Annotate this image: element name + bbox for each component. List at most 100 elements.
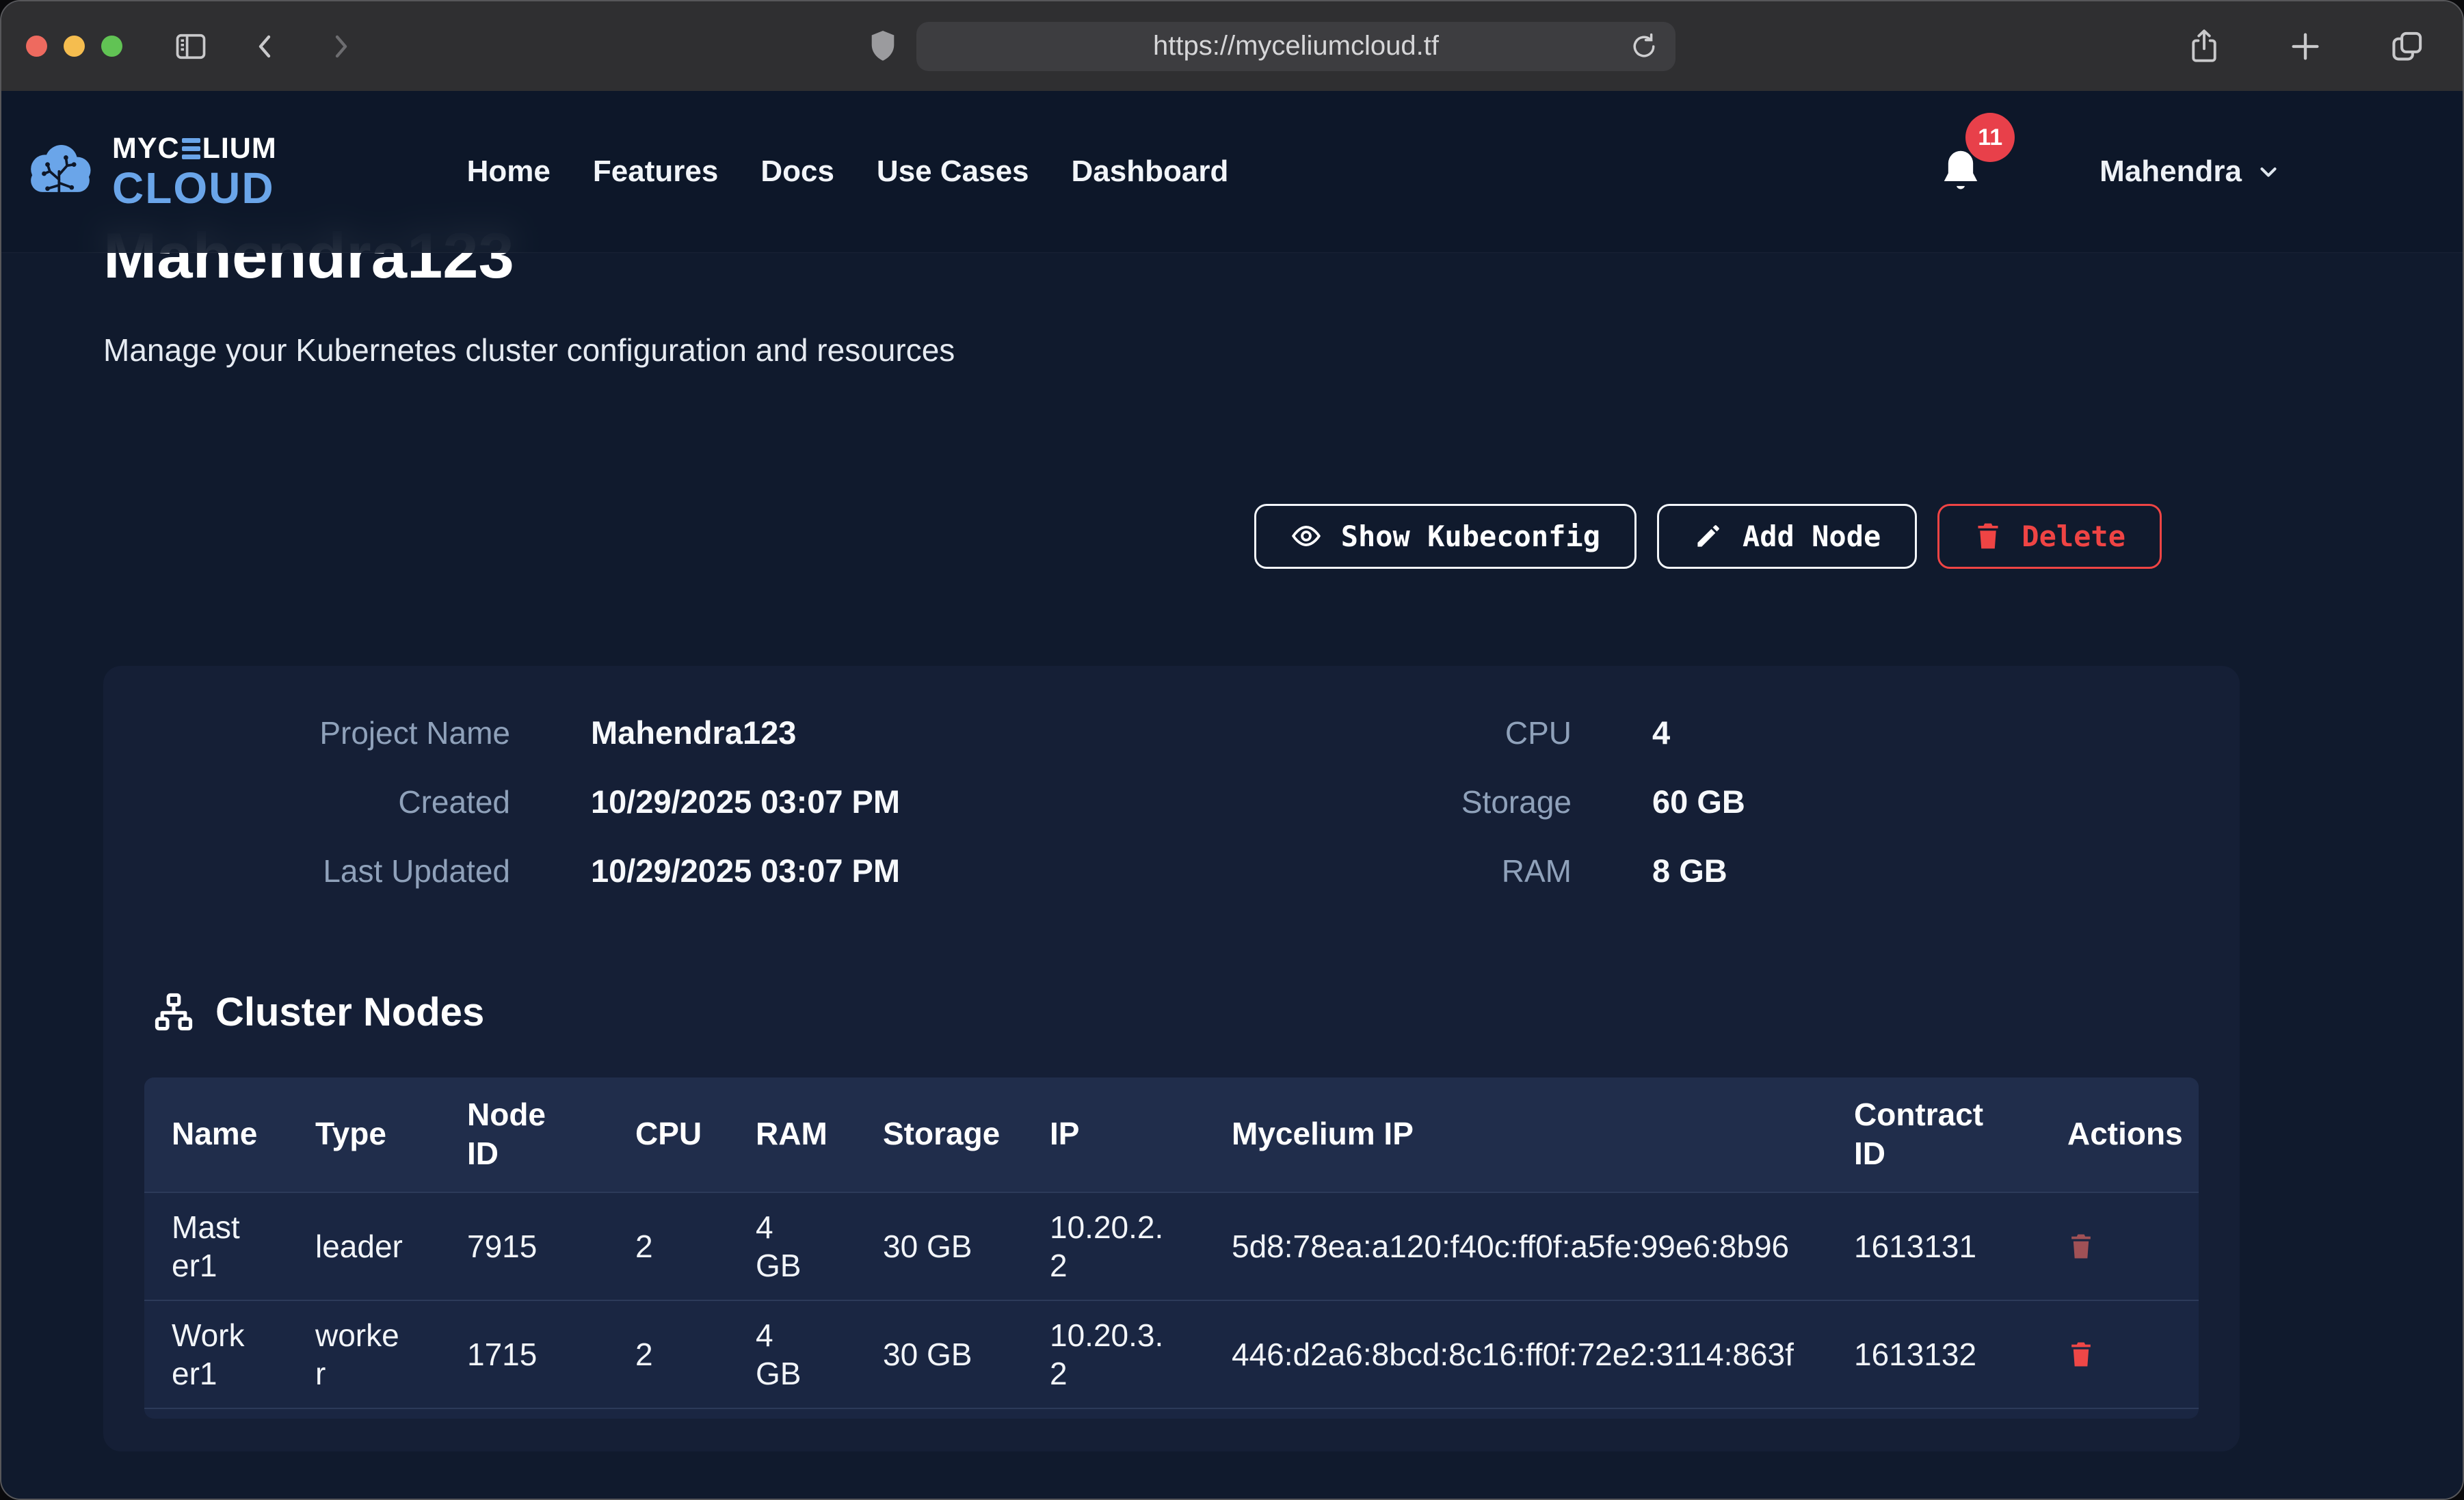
cell-mycelium-ip: 5d8:78ea:a120:f40c:ff0f:a5fe:99e6:8b96 xyxy=(1232,1192,1854,1300)
cell-ip: 10.20.3.2 xyxy=(1050,1300,1232,1408)
cell-ram: 4 GB xyxy=(756,1192,883,1300)
cell-contract-id: 1613131 xyxy=(1854,1192,2067,1300)
info-row-storage: Storage 60 GB xyxy=(1171,783,2199,820)
cell-name: Worker1 xyxy=(144,1300,315,1408)
tab-overview-icon[interactable] xyxy=(2389,27,2426,66)
trash-icon xyxy=(2067,1339,2095,1369)
cell-cpu: 2 xyxy=(635,1300,756,1408)
info-row-cpu: CPU 4 xyxy=(1171,714,2199,751)
col-header-type: Type xyxy=(315,1077,467,1192)
notifications-button[interactable]: 11 xyxy=(1938,146,1983,198)
col-header-name: Name xyxy=(144,1077,315,1192)
node-row-worker1: Worker1worker171524 GB30 GB10.20.3.2446:… xyxy=(144,1300,2199,1408)
cell-node-id: 1715 xyxy=(467,1300,635,1408)
nav-link-use-cases[interactable]: Use Cases xyxy=(877,155,1029,189)
cloud-logo-icon xyxy=(23,142,97,202)
delete-cluster-button[interactable]: Delete xyxy=(1937,504,2162,569)
browser-window: https://myceliumcloud.tf xyxy=(0,0,2464,1500)
user-name: Mahendra xyxy=(2099,155,2242,189)
forward-button-icon[interactable] xyxy=(323,29,356,64)
trash-icon xyxy=(1974,520,2002,552)
cell-ip: 10.20.2.2 xyxy=(1050,1192,1232,1300)
brand-name-line2: CLOUD xyxy=(112,166,277,210)
nodes-table: NameTypeNode IDCPURAMStorageIPMycelium I… xyxy=(144,1077,2199,1409)
info-value-storage: 60 GB xyxy=(1652,783,1745,820)
cell-type: leader xyxy=(315,1192,467,1300)
privacy-shield-icon[interactable] xyxy=(867,29,899,64)
browser-chrome: https://myceliumcloud.tf xyxy=(1,1,2463,91)
share-icon[interactable] xyxy=(2186,27,2222,66)
add-node-label: Add Node xyxy=(1743,520,1881,553)
delete-label: Delete xyxy=(2022,520,2125,553)
info-label-ram: RAM xyxy=(1171,853,1572,889)
eye-icon xyxy=(1290,520,1322,552)
reload-icon[interactable] xyxy=(1629,31,1659,68)
nav-link-home[interactable]: Home xyxy=(467,155,551,189)
cluster-actions: Show Kubeconfig Add Node Delete xyxy=(103,504,2240,569)
cell-type: worker xyxy=(315,1300,467,1408)
col-header-actions: Actions xyxy=(2067,1077,2199,1192)
info-row-project-name: Project Name Mahendra123 xyxy=(144,714,1171,751)
show-kubeconfig-label: Show Kubeconfig xyxy=(1341,520,1600,553)
address-bar-url: https://myceliumcloud.tf xyxy=(1153,31,1439,62)
cell-name: Master1 xyxy=(144,1192,315,1300)
window-controls xyxy=(26,36,122,57)
brand-logo[interactable]: MYCLIUM CLOUD xyxy=(23,134,277,210)
cell-actions xyxy=(2067,1300,2199,1408)
col-header-mycelium-ip: Mycelium IP xyxy=(1232,1077,1854,1192)
info-value-ram: 8 GB xyxy=(1652,852,1727,889)
info-value-created: 10/29/2025 03:07 PM xyxy=(591,783,900,820)
info-label-project-name: Project Name xyxy=(144,714,510,751)
info-value-cpu: 4 xyxy=(1652,714,1670,751)
cluster-details-card: Project Name Mahendra123 Created 10/29/2025… xyxy=(103,666,2240,1451)
nav-link-docs[interactable]: Docs xyxy=(760,155,834,189)
cell-mycelium-ip: 446:d2a6:8bcd:8c16:ff0f:72e2:3114:863f xyxy=(1232,1300,1854,1408)
delete-node-button[interactable] xyxy=(2067,1339,2095,1369)
close-window-button[interactable] xyxy=(26,36,47,57)
page-content: Mahendra123 Manage your Kubernetes clust… xyxy=(103,91,2240,1451)
user-menu[interactable]: Mahendra xyxy=(2099,155,2281,189)
chevron-down-icon xyxy=(2255,159,2281,185)
nav-link-features[interactable]: Features xyxy=(593,155,718,189)
cell-storage: 30 GB xyxy=(883,1192,1050,1300)
add-node-button[interactable]: Add Node xyxy=(1657,504,1917,569)
info-row-created: Created 10/29/2025 03:07 PM xyxy=(144,783,1171,820)
info-value-project-name: Mahendra123 xyxy=(591,714,796,751)
address-bar[interactable]: https://myceliumcloud.tf xyxy=(916,22,1675,71)
info-row-ram: RAM 8 GB xyxy=(1171,852,2199,889)
col-header-storage: Storage xyxy=(883,1077,1050,1192)
cluster-nodes-heading: Cluster Nodes xyxy=(153,989,2199,1035)
nav-link-dashboard[interactable]: Dashboard xyxy=(1072,155,1229,189)
trash-icon xyxy=(2067,1231,2095,1261)
page-subtitle: Manage your Kubernetes cluster configura… xyxy=(103,332,2240,369)
info-value-last-updated: 10/29/2025 03:07 PM xyxy=(591,852,900,889)
cell-ram: 4 GB xyxy=(756,1300,883,1408)
nodes-table-container: NameTypeNode IDCPURAMStorageIPMycelium I… xyxy=(144,1077,2199,1419)
page-viewport: MYCLIUM CLOUD Home Features Docs Use Cases D… xyxy=(1,91,2463,1500)
info-label-storage: Storage xyxy=(1171,784,1572,820)
zoom-window-button[interactable] xyxy=(101,36,122,57)
col-header-node-id: Node ID xyxy=(467,1077,635,1192)
back-button-icon[interactable] xyxy=(250,29,282,64)
cluster-nodes-title: Cluster Nodes xyxy=(215,989,484,1035)
info-label-last-updated: Last Updated xyxy=(144,853,510,889)
info-label-created: Created xyxy=(144,784,510,820)
stylized-e-glyph xyxy=(182,138,200,159)
col-header-contract-id: Contract ID xyxy=(1854,1077,2067,1192)
col-header-cpu: CPU xyxy=(635,1077,756,1192)
node-row-master1: Master1leader791524 GB30 GB10.20.2.25d8:… xyxy=(144,1192,2199,1300)
show-kubeconfig-button[interactable]: Show Kubeconfig xyxy=(1254,504,1637,569)
minimize-window-button[interactable] xyxy=(64,36,85,57)
sidebar-toggle-icon[interactable] xyxy=(173,29,209,64)
top-navbar: MYCLIUM CLOUD Home Features Docs Use Cases D… xyxy=(1,91,2463,253)
pencil-icon xyxy=(1693,521,1723,551)
notification-badge: 11 xyxy=(1965,113,2015,162)
brand-name-line1: MYCLIUM xyxy=(112,134,277,163)
info-label-cpu: CPU xyxy=(1171,714,1572,751)
cell-storage: 30 GB xyxy=(883,1300,1050,1408)
cell-contract-id: 1613132 xyxy=(1854,1300,2067,1408)
delete-node-button[interactable] xyxy=(2067,1231,2095,1261)
new-tab-icon[interactable] xyxy=(2288,27,2323,66)
main-nav: Home Features Docs Use Cases Dashboard xyxy=(467,155,1229,189)
cluster-nodes-icon xyxy=(153,991,195,1033)
